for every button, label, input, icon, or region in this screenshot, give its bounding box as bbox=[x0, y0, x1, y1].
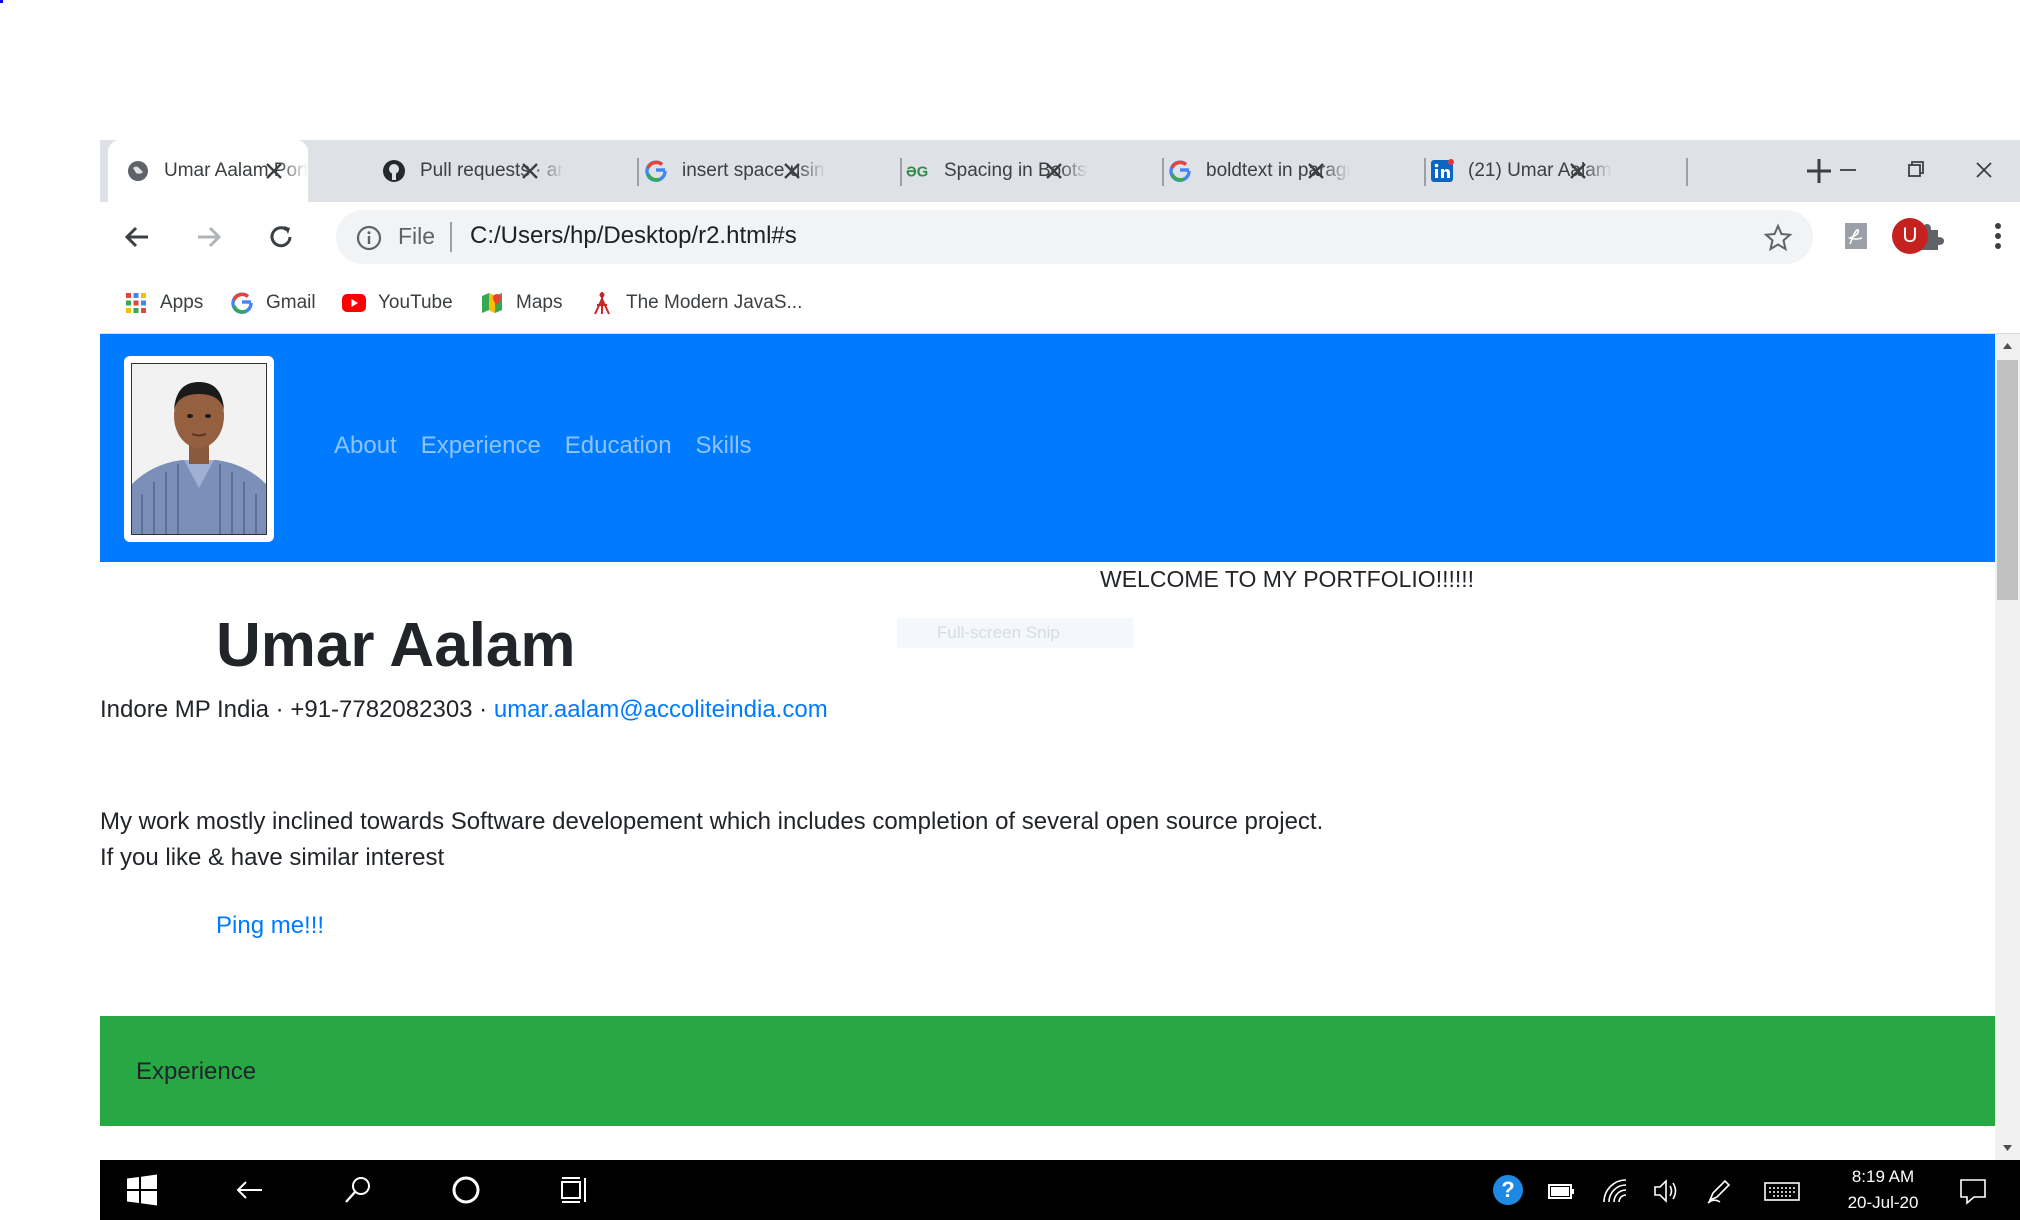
separator: · bbox=[269, 696, 291, 723]
nav-experience[interactable]: Experience bbox=[421, 432, 541, 460]
url-text[interactable]: C:/Users/hp/Desktop/r2.html#s bbox=[470, 222, 797, 250]
chrome-menu-icon[interactable] bbox=[1980, 218, 2016, 254]
javascript-info-icon bbox=[590, 291, 614, 315]
close-tab-icon[interactable] bbox=[516, 157, 544, 185]
google-icon bbox=[230, 291, 254, 315]
nav-about[interactable]: About bbox=[334, 432, 397, 460]
bookmark-maps[interactable]: Maps bbox=[480, 288, 562, 318]
minimize-icon[interactable] bbox=[1828, 150, 1868, 190]
scroll-up-arrow-icon[interactable] bbox=[2002, 342, 2013, 350]
page-title: Umar Aalam bbox=[216, 611, 576, 680]
bookmark-gmail[interactable]: Gmail bbox=[230, 288, 316, 318]
linkedin-icon bbox=[1430, 159, 1454, 183]
close-tab-icon[interactable] bbox=[260, 157, 288, 185]
bookmarks-bar: Apps Gmail YouTube Maps The Modern JavaS… bbox=[100, 272, 2020, 334]
site-navbar: About Experience Education Skills bbox=[100, 334, 1995, 562]
youtube-icon bbox=[342, 291, 366, 315]
bookmark-label: Gmail bbox=[266, 292, 316, 313]
bookmark-apps[interactable]: Apps bbox=[124, 288, 203, 318]
tab-boldtext[interactable]: boldtext in paragraph bbox=[1150, 140, 1350, 202]
omnibox-divider bbox=[450, 222, 452, 252]
volume-icon[interactable] bbox=[1652, 1176, 1682, 1206]
google-icon bbox=[644, 159, 668, 183]
page-scrollbar[interactable] bbox=[1995, 334, 2020, 1160]
apps-grid-icon bbox=[124, 291, 148, 315]
task-view-icon[interactable] bbox=[558, 1174, 590, 1206]
windows-taskbar: ? 8:19 AM 20-Jul-20 bbox=[100, 1160, 2020, 1220]
ping-me-link[interactable]: Ping me!!! bbox=[216, 912, 324, 940]
back-arrow-icon[interactable] bbox=[234, 1174, 266, 1206]
nav-links: About Experience Education Skills bbox=[334, 432, 776, 460]
clock-date: 20-Jul-20 bbox=[1847, 1193, 1919, 1212]
bookmark-label: Maps bbox=[516, 292, 563, 313]
cortana-circle-icon[interactable] bbox=[450, 1174, 482, 1206]
back-arrow-icon[interactable] bbox=[118, 218, 156, 256]
keyboard-icon[interactable] bbox=[1764, 1176, 1800, 1206]
battery-icon[interactable] bbox=[1546, 1176, 1576, 1206]
experience-heading: Experience bbox=[136, 1058, 257, 1085]
nav-education[interactable]: Education bbox=[565, 432, 672, 460]
bio-line: My work mostly inclined towards Software… bbox=[100, 808, 1324, 835]
clock-time: 8:19 AM bbox=[1851, 1167, 1915, 1186]
notifications-icon[interactable] bbox=[1958, 1176, 1988, 1206]
browser-toolbar: File C:/Users/hp/Desktop/r2.html#s bbox=[100, 202, 2020, 272]
tab-pull-requests[interactable]: Pull requests · aravind bbox=[364, 140, 564, 202]
maps-icon bbox=[480, 291, 504, 315]
geeksforgeeks-icon: ƏG bbox=[906, 159, 930, 183]
tab-strip: Umar Aalam Portfolio Pull requests · ara… bbox=[100, 140, 2020, 202]
close-window-icon[interactable] bbox=[1964, 150, 2004, 190]
close-tab-icon[interactable] bbox=[1564, 157, 1592, 185]
svg-text:?: ? bbox=[1501, 1177, 1514, 1202]
close-tab-icon[interactable] bbox=[1302, 157, 1330, 185]
close-tab-icon[interactable] bbox=[1040, 157, 1068, 185]
welcome-banner: WELCOME TO MY PORTFOLIO!!!!!! bbox=[1100, 566, 1475, 592]
bio-line: If you like & have similar interest bbox=[100, 844, 445, 871]
forward-arrow-icon[interactable] bbox=[190, 218, 228, 256]
search-icon[interactable] bbox=[342, 1174, 374, 1206]
windows-start-icon[interactable] bbox=[126, 1174, 158, 1206]
scheme-label: File bbox=[398, 223, 436, 249]
globe-icon bbox=[126, 159, 150, 183]
bookmark-label: YouTube bbox=[378, 292, 453, 313]
bookmark-label: The Modern JavaS... bbox=[626, 292, 803, 313]
contact-line: Indore MP India · +91-7782082303 · umar.… bbox=[100, 696, 828, 724]
tab-portfolio[interactable]: Umar Aalam Portfolio bbox=[108, 140, 308, 202]
reload-icon[interactable] bbox=[262, 218, 300, 256]
close-tab-icon[interactable] bbox=[778, 157, 806, 185]
location-text: Indore MP India bbox=[100, 696, 269, 723]
wifi-icon[interactable] bbox=[1600, 1176, 1630, 1206]
pdf-extension-icon[interactable] bbox=[1838, 218, 1874, 254]
scroll-down-arrow-icon[interactable] bbox=[2002, 1144, 2013, 1152]
info-icon[interactable] bbox=[356, 225, 382, 251]
bio-text: My work mostly inclined towards Software… bbox=[100, 804, 1323, 876]
nav-skills[interactable]: Skills bbox=[696, 432, 752, 460]
email-link[interactable]: umar.aalam@accoliteindia.com bbox=[494, 696, 828, 723]
bookmark-modern-javascript[interactable]: The Modern JavaS... bbox=[590, 288, 802, 318]
tab-insert-space[interactable]: insert space using bbox=[626, 140, 826, 202]
bookmark-youtube[interactable]: YouTube bbox=[342, 288, 453, 318]
system-clock[interactable]: 8:19 AM 20-Jul-20 bbox=[1840, 1164, 1926, 1216]
tab-spacing-bootstrap[interactable]: ƏG Spacing in Bootstrap bbox=[888, 140, 1088, 202]
profile-avatar[interactable]: U bbox=[1892, 218, 1928, 254]
google-icon bbox=[1168, 159, 1192, 183]
experience-section: Experience bbox=[100, 1016, 1995, 1126]
corner-artifact bbox=[0, 0, 3, 3]
phone-text: +91-7782082303 bbox=[290, 696, 473, 723]
help-icon[interactable]: ? bbox=[1492, 1174, 1523, 1205]
scroll-thumb[interactable] bbox=[1997, 360, 2018, 600]
bookmark-star-icon[interactable] bbox=[1763, 223, 1793, 253]
svg-text:ƏG: ƏG bbox=[906, 165, 928, 181]
bookmark-label: Apps bbox=[160, 292, 204, 313]
address-bar[interactable]: File C:/Users/hp/Desktop/r2.html#s bbox=[336, 210, 1813, 264]
tab-separator bbox=[1686, 158, 1688, 186]
snip-overlay: Full-screen Snip bbox=[897, 618, 1133, 648]
tab-linkedin[interactable]: (21) Umar Aalam | LinkedIn bbox=[1412, 140, 1612, 202]
separator: · bbox=[472, 696, 494, 723]
pen-icon[interactable] bbox=[1704, 1176, 1734, 1206]
restore-icon[interactable] bbox=[1896, 150, 1936, 190]
page-viewport: About Experience Education Skills WELCOM… bbox=[100, 334, 1995, 1160]
profile-photo bbox=[124, 356, 274, 542]
github-icon bbox=[382, 159, 406, 183]
